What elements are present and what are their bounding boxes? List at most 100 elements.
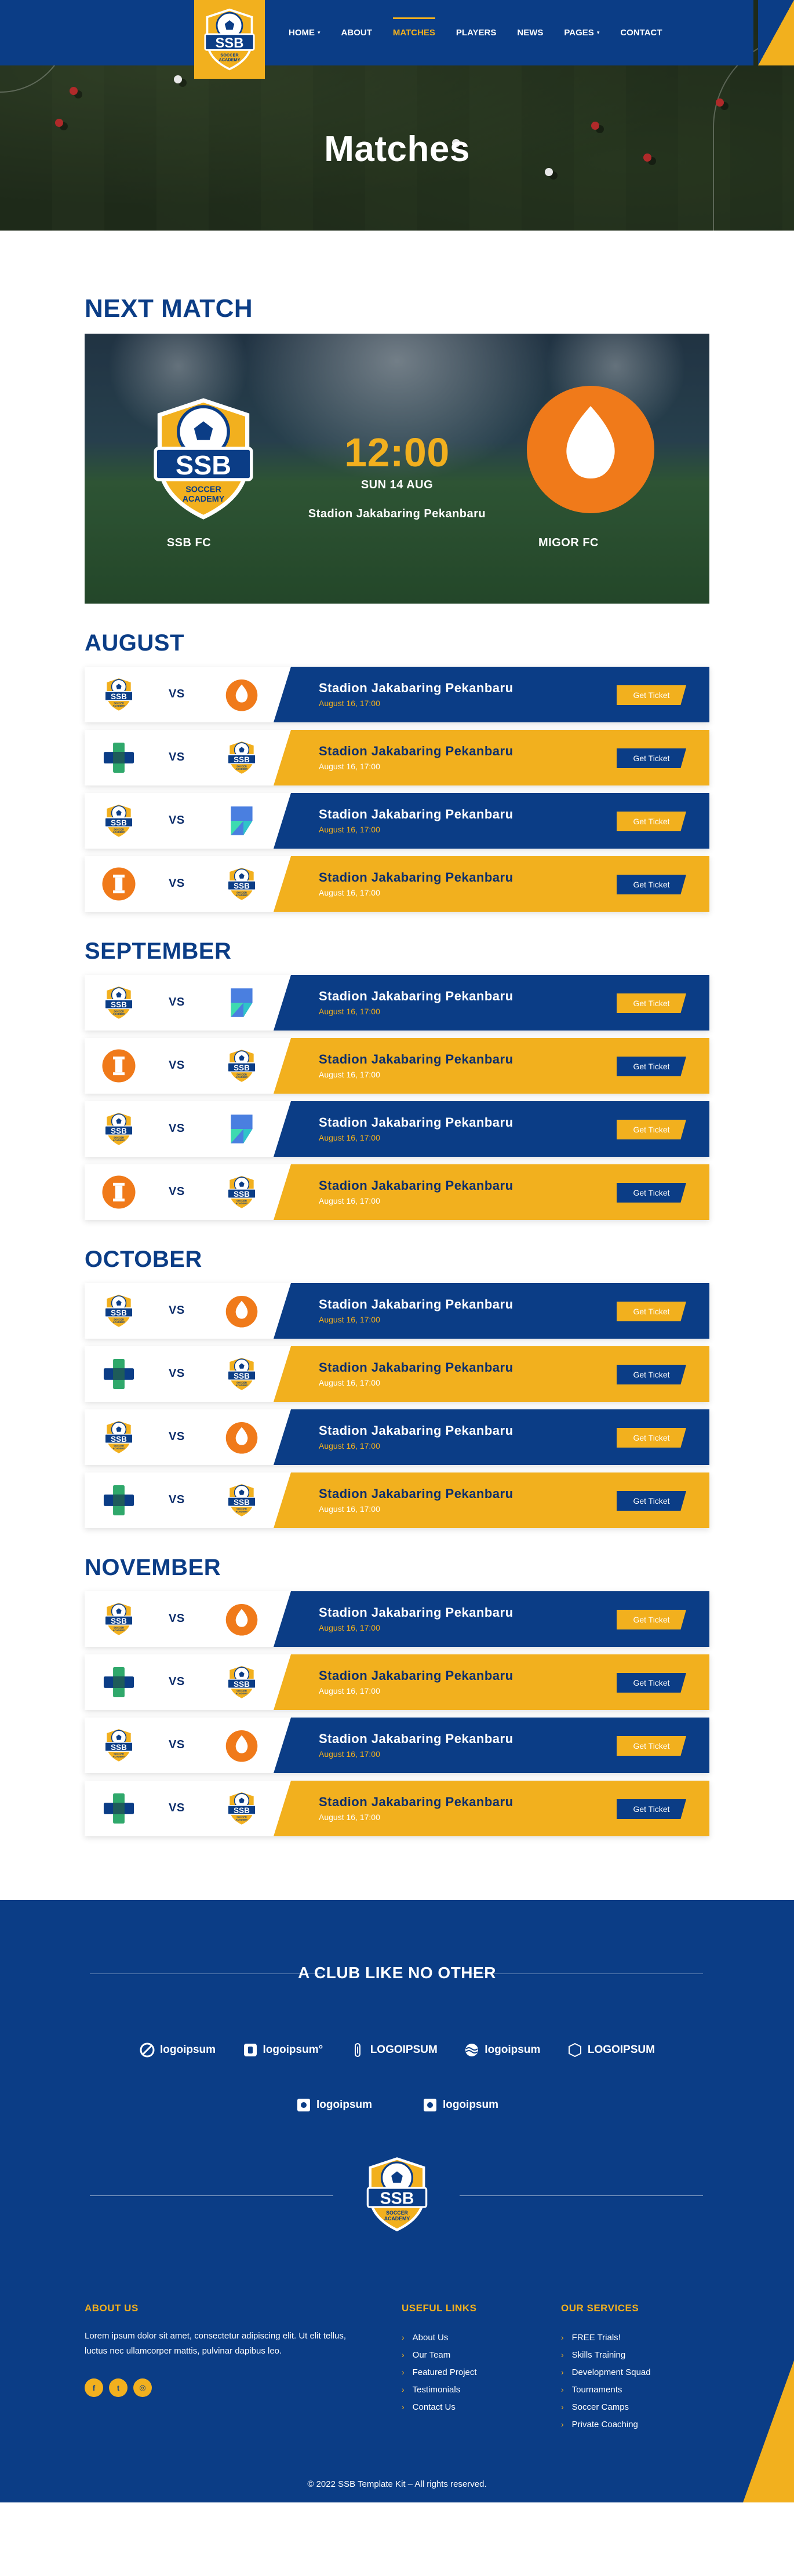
twitter-icon[interactable]: t <box>109 2378 128 2397</box>
footer-link[interactable]: › Private Coaching <box>561 2416 651 2433</box>
get-ticket-button[interactable]: Get Ticket <box>617 1673 686 1693</box>
team-ssb-crest-icon <box>224 740 260 776</box>
get-ticket-button[interactable]: Get Ticket <box>617 812 686 831</box>
partner-logo[interactable]: LOGOIPSUM <box>349 2042 438 2058</box>
nav-item-matches[interactable]: MATCHES <box>383 0 446 65</box>
footer-link[interactable]: › Contact Us <box>402 2398 477 2416</box>
match-date: August 16, 17:00 <box>319 1133 380 1142</box>
match-info-band: Stadion Jakabaring Pekanbaru August 16, 1… <box>274 1164 709 1220</box>
get-ticket-button[interactable]: Get Ticket <box>617 1365 686 1384</box>
copyright-text: © 2022 SSB Template Kit – All rights res… <box>307 2479 487 2489</box>
get-ticket-button[interactable]: Get Ticket <box>617 1799 686 1819</box>
get-ticket-button[interactable]: Get Ticket <box>617 875 686 894</box>
partner-logos: logoipsum logoipsum <box>296 2097 498 2113</box>
match-date: August 16, 17:00 <box>319 825 380 834</box>
vs-label: VS <box>169 1802 185 1814</box>
get-ticket-button[interactable]: Get Ticket <box>617 1428 686 1448</box>
chevron-right-icon: › <box>402 2402 405 2411</box>
chevron-right-icon: › <box>402 2367 405 2377</box>
footer-link[interactable]: › Soccer Camps <box>561 2398 651 2416</box>
get-ticket-button[interactable]: Get Ticket <box>617 748 686 768</box>
month-section-august: AUGUST VS Stadion Jakabaring Pekanbaru Augu… <box>85 630 709 912</box>
match-row: VS Stadion Jakabaring Pekanbaru August 16,… <box>85 667 709 722</box>
partner-logo[interactable]: logoipsum <box>422 2097 498 2113</box>
month-section-september: SEPTEMBER VS Stadion Jakabaring Pekanbaru A… <box>85 938 709 1220</box>
match-row: VS Stadion Jakabaring Pekanbaru August 16,… <box>85 730 709 785</box>
chevron-right-icon: › <box>402 2350 405 2359</box>
match-date: SUN 14 AUG <box>360 478 434 491</box>
vs-label: VS <box>169 1738 185 1751</box>
vs-label: VS <box>169 1367 185 1380</box>
match-date: August 16, 17:00 <box>319 1504 380 1514</box>
footer-link[interactable]: › Testimonials <box>402 2381 477 2398</box>
team-ssb-crest-icon <box>101 803 137 839</box>
vs-label: VS <box>169 1493 185 1506</box>
player-figure <box>174 75 182 83</box>
get-ticket-button[interactable]: Get Ticket <box>617 1736 686 1756</box>
vs-label: VS <box>169 1185 185 1198</box>
partner-logo[interactable]: logoipsum <box>296 2097 372 2113</box>
team-lgreen-crest-icon <box>224 985 260 1021</box>
team-ssb-crest-icon <box>224 1791 260 1826</box>
home-team-crest-icon <box>151 396 256 521</box>
nav-item-contact[interactable]: CONTACT <box>610 0 672 65</box>
team-orange-crest-icon <box>224 1601 260 1637</box>
player-figure <box>70 87 78 95</box>
nav-item-home[interactable]: HOME ▾ <box>278 0 331 65</box>
nav-item-news[interactable]: NEWS <box>507 0 553 65</box>
team-ssb-crest-icon <box>101 1727 137 1763</box>
get-ticket-button[interactable]: Get Ticket <box>617 685 686 705</box>
get-ticket-button[interactable]: Get Ticket <box>617 1183 686 1203</box>
team-orange-crest-icon <box>224 1727 260 1763</box>
about-title: ABOUT US <box>85 2303 139 2314</box>
vs-label: VS <box>169 877 185 890</box>
partner-logo[interactable]: logoipsum <box>464 2042 540 2058</box>
team-cross-crest-icon <box>101 1664 137 1700</box>
services-title: OUR SERVICES <box>561 2303 639 2314</box>
match-venue: Stadion Jakabaring Pekanbaru <box>319 1731 513 1746</box>
vs-label: VS <box>169 1612 185 1625</box>
next-match-heading: NEXT MATCH <box>85 294 253 323</box>
partner-logo[interactable]: logoipsum <box>139 2042 216 2058</box>
facebook-icon[interactable]: f <box>85 2378 103 2397</box>
nav-item-pages[interactable]: PAGES ▾ <box>553 0 610 65</box>
chevron-down-icon: ▾ <box>318 30 320 35</box>
site-logo[interactable] <box>194 0 265 79</box>
match-row: VS Stadion Jakabaring Pekanbaru August 16,… <box>85 1654 709 1710</box>
footer-link-label: FREE Trials! <box>571 2332 621 2343</box>
team-cross-crest-icon <box>101 1791 137 1826</box>
match-date: August 16, 17:00 <box>319 699 380 708</box>
footer-link[interactable]: › Tournaments <box>561 2381 651 2398</box>
footer-link[interactable]: › FREE Trials! <box>561 2329 651 2346</box>
get-ticket-button[interactable]: Get Ticket <box>617 1302 686 1321</box>
partner-logo[interactable]: LOGOIPSUM <box>567 2042 655 2058</box>
footer-link-label: About Us <box>412 2332 449 2343</box>
match-row: VS Stadion Jakabaring Pekanbaru August 16,… <box>85 1591 709 1647</box>
nav-item-label: ABOUT <box>341 28 372 38</box>
get-ticket-button[interactable]: Get Ticket <box>617 993 686 1013</box>
nav-item-about[interactable]: ABOUT <box>331 0 383 65</box>
footer-link[interactable]: › Our Team <box>402 2346 477 2363</box>
team-pillar-crest-icon <box>101 1048 137 1084</box>
chevron-right-icon: › <box>561 2333 564 2342</box>
match-row: VS Stadion Jakabaring Pekanbaru August 16,… <box>85 1164 709 1220</box>
get-ticket-button[interactable]: Get Ticket <box>617 1610 686 1629</box>
team-ssb-crest-icon <box>101 1293 137 1329</box>
nav-item-players[interactable]: PLAYERS <box>446 0 507 65</box>
footer-link[interactable]: › About Us <box>402 2329 477 2346</box>
match-row: VS Stadion Jakabaring Pekanbaru August 16,… <box>85 793 709 849</box>
instagram-icon[interactable]: ◎ <box>133 2378 152 2397</box>
get-ticket-button[interactable]: Get Ticket <box>617 1120 686 1139</box>
footer-link[interactable]: › Development Squad <box>561 2363 651 2381</box>
partner-logo[interactable]: logoipsum° <box>242 2042 323 2058</box>
get-ticket-button[interactable]: Get Ticket <box>617 1057 686 1076</box>
partner-name: logoipsum <box>485 2044 541 2056</box>
chevron-down-icon: ▾ <box>596 30 600 35</box>
away-team-crest-icon <box>518 374 663 519</box>
footer-link[interactable]: › Skills Training <box>561 2346 651 2363</box>
get-ticket-button[interactable]: Get Ticket <box>617 1491 686 1511</box>
footer-link[interactable]: › Featured Project <box>402 2363 477 2381</box>
partner-logos: logoipsum logoipsum° LOGOIPSUM logoipsum LOG… <box>139 2042 655 2058</box>
match-date: August 16, 17:00 <box>319 1070 380 1079</box>
chevron-right-icon: › <box>561 2420 564 2429</box>
